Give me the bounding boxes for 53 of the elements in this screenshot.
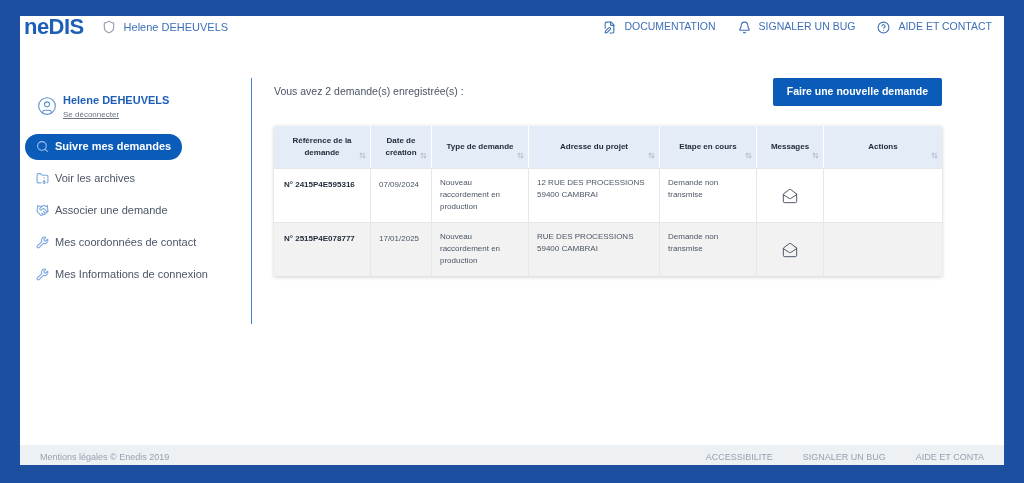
sidebar-item[interactable]: Voir les archives [25,165,147,192]
table-cell-text: Nouveau raccordement en production [440,177,502,213]
table-cell-text: RUE DES PROCESSIONS [537,231,635,243]
help-icon [877,20,891,34]
mail-icon[interactable] [782,241,798,258]
column-header[interactable]: Référence de la demande [284,135,360,159]
header-link[interactable]: AIDE ET CONTACT [877,19,992,35]
requests-summary: Vous avez 2 demande(s) enregistrée(s) : [274,84,464,100]
handshake-icon [36,204,49,217]
table-cell: N° 2415P4E595316 [284,180,355,189]
logo[interactable]: neDIS [24,16,84,38]
sort-icon[interactable] [931,152,938,159]
column-header[interactable]: Messages [770,141,810,153]
bell-icon [737,20,751,34]
sidebar-item[interactable]: Mes coordonnées de contact [25,229,208,256]
sort-icon[interactable] [648,152,655,159]
sidebar-item[interactable]: Associer une demande [25,197,179,224]
header-user-name: Helene DEHEUVELS [123,19,229,35]
sort-icon[interactable] [420,152,427,159]
column-header[interactable]: Type de demande [446,141,514,153]
column-header[interactable]: Adresse du projet [560,141,628,153]
column-header[interactable]: Date de création [381,135,421,159]
wrench-icon [36,268,49,281]
folder-icon [36,172,49,185]
table-cell-text: 12 RUE DES PROCESSIONS [537,177,646,189]
shield-icon [101,20,116,34]
new-request-button[interactable]: Faire une nouvelle demande [772,78,942,106]
footer-legal: Mentions légales © Enedis 2019 [40,450,170,464]
table-cell-text: 59400 CAMBRAI [537,243,599,255]
table-cell-text: 59400 CAMBRAI [537,189,599,201]
table-cell: 07/09/2024 [379,180,420,189]
mail-icon[interactable] [782,187,798,204]
sort-icon[interactable] [359,152,366,159]
sort-icon[interactable] [745,152,752,159]
table-cell-text: Demande non transmise [668,231,720,255]
table-cell-text: Nouveau raccordement en production [440,231,502,267]
logout-link[interactable]: Se déconnecter [63,108,170,121]
header-link[interactable]: SIGNALER UN BUG [737,19,856,35]
table-cell: N° 2515P4E078777 [284,234,355,243]
header-link[interactable]: DOCUMENTATION [603,19,716,35]
search-icon [36,140,49,153]
table-cell-text: Demande non transmise [668,177,720,201]
table-cell: 17/01/2025 [379,234,420,243]
sidebar-item[interactable]: Mes Informations de connexion [25,261,219,288]
wrench-icon [36,236,49,249]
column-header[interactable]: Etape en cours [679,141,737,153]
user-avatar-icon [37,96,57,117]
user-name: Helene DEHEUVELS [63,93,170,108]
sidebar-item[interactable]: Suivre mes demandes [25,133,183,160]
sort-icon[interactable] [517,152,524,159]
document-edit-icon [603,20,617,34]
column-header[interactable]: Actions [868,141,898,153]
sort-icon[interactable] [812,152,819,159]
